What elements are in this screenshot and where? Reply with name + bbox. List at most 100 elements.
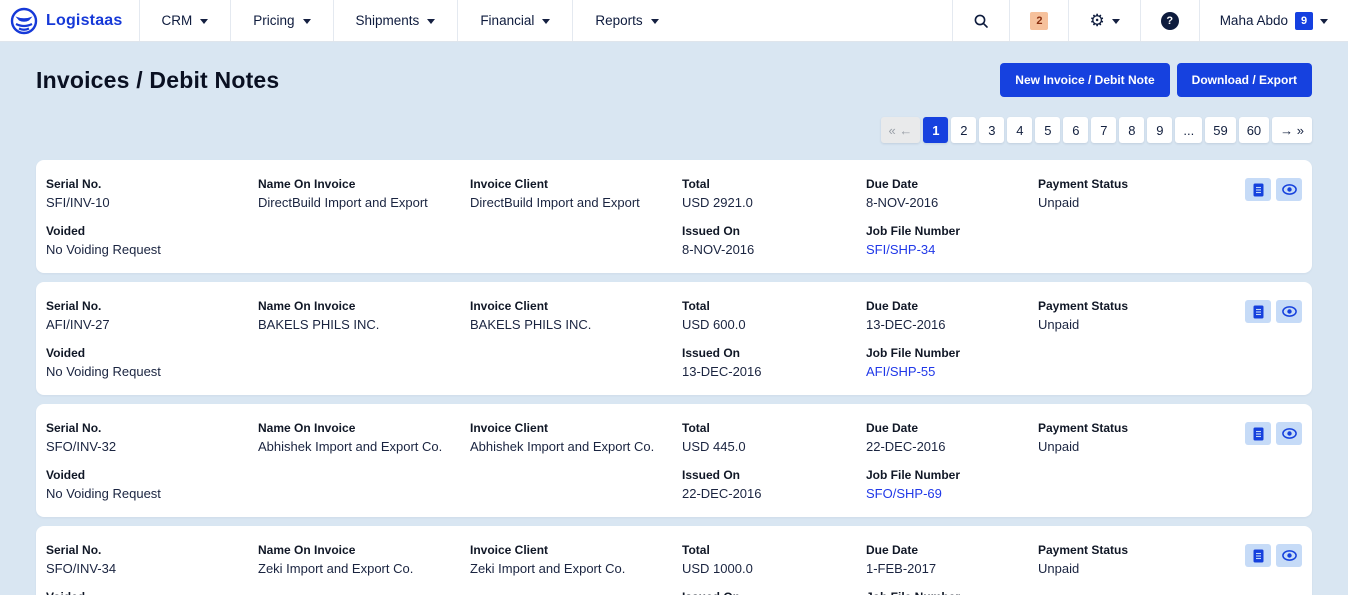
payment-status-field: Payment Status Unpaid (1038, 177, 1245, 210)
name-on-invoice-value: Zeki Import and Export Co. (258, 561, 470, 576)
due-date-value: 1-FEB-2017 (866, 561, 1038, 576)
nav-item-crm[interactable]: CRM (139, 0, 231, 41)
card-col-serial: Serial No. SFO/INV-32 Voided No Voiding … (46, 421, 258, 501)
pagination-page-8[interactable]: 8 (1119, 117, 1144, 143)
notifications-button[interactable]: 2 (1009, 0, 1068, 41)
invoice-client-field: Invoice Client DirectBuild Import and Ex… (470, 177, 682, 210)
nav-item-label: Pricing (253, 13, 294, 28)
job-file-number-field: Job File Number SFO/SHP-69 (866, 468, 1038, 501)
payment-status-value: Unpaid (1038, 195, 1245, 210)
pagination-page-1[interactable]: 1 (923, 117, 948, 143)
serial-label: Serial No. (46, 543, 258, 557)
name-on-invoice-field: Name On Invoice Abhishek Import and Expo… (258, 421, 470, 454)
job-file-number-link[interactable]: AFI/SHP-55 (866, 364, 1038, 379)
document-icon (1253, 427, 1264, 441)
issued-on-value: 13-DEC-2016 (682, 364, 866, 379)
download-export-button[interactable]: Download / Export (1177, 63, 1312, 97)
invoice-card: Serial No. AFI/INV-27 Voided No Voiding … (36, 282, 1312, 395)
card-col-serial: Serial No. SFI/INV-10 Voided No Voiding … (46, 177, 258, 257)
issued-on-field: Issued On 22-DEC-2016 (682, 468, 866, 501)
notification-badge: 2 (1030, 12, 1048, 30)
nav-item-shipments[interactable]: Shipments (333, 0, 458, 41)
pagination-page-2[interactable]: 2 (951, 117, 976, 143)
name-on-invoice-field: Name On Invoice BAKELS PHILS INC. (258, 299, 470, 332)
voided-value: No Voiding Request (46, 486, 258, 501)
name-on-invoice-field: Name On Invoice Zeki Import and Export C… (258, 543, 470, 576)
search-button[interactable] (952, 0, 1009, 41)
card-col-total: Total USD 1000.0 Issued On 2-JAN-2017 (682, 543, 866, 595)
pagination-prev[interactable]: « ← (881, 117, 921, 143)
user-menu[interactable]: Maha Abdo 9 (1199, 0, 1348, 41)
chevron-down-icon (303, 19, 311, 24)
pagination-page-6[interactable]: 6 (1063, 117, 1088, 143)
page-actions: New Invoice / Debit Note Download / Expo… (1000, 63, 1312, 97)
nav-item-reports[interactable]: Reports (572, 0, 680, 41)
chevron-down-icon (651, 19, 659, 24)
pagination-page-9[interactable]: 9 (1147, 117, 1172, 143)
invoice-card: Serial No. SFO/INV-34 Voided No Voiding … (36, 526, 1312, 595)
due-date-value: 22-DEC-2016 (866, 439, 1038, 454)
pagination: « ←123456789...5960→ » (36, 117, 1312, 143)
total-label: Total (682, 421, 866, 435)
job-file-number-link[interactable]: SFI/SHP-34 (866, 242, 1038, 257)
brand-logo[interactable]: Logistaas (0, 0, 139, 41)
payment-status-field: Payment Status Unpaid (1038, 543, 1245, 576)
pagination-page-60[interactable]: 60 (1239, 117, 1269, 143)
invoice-client-value: Zeki Import and Export Co. (470, 561, 682, 576)
total-label: Total (682, 543, 866, 557)
job-file-number-label: Job File Number (866, 468, 1038, 482)
total-value: USD 1000.0 (682, 561, 866, 576)
view-invoice-button[interactable] (1276, 544, 1302, 567)
due-date-field: Due Date 13-DEC-2016 (866, 299, 1038, 332)
view-invoice-button[interactable] (1276, 422, 1302, 445)
invoice-card: Serial No. SFI/INV-10 Voided No Voiding … (36, 160, 1312, 273)
invoice-client-field: Invoice Client BAKELS PHILS INC. (470, 299, 682, 332)
nav-item-financial[interactable]: Financial (457, 0, 572, 41)
view-invoice-button[interactable] (1276, 300, 1302, 323)
settings-menu-button[interactable]: ⚙ (1068, 0, 1139, 41)
pagination-ellipsis[interactable]: ... (1175, 117, 1202, 143)
gear-icon: ⚙ (1089, 12, 1104, 29)
card-col-total: Total USD 2921.0 Issued On 8-NOV-2016 (682, 177, 866, 257)
help-button[interactable]: ? (1140, 0, 1199, 41)
page-header: Invoices / Debit Notes New Invoice / Deb… (36, 63, 1312, 97)
serial-field: Serial No. SFI/INV-10 (46, 177, 258, 210)
due-date-label: Due Date (866, 177, 1038, 191)
search-icon (973, 13, 989, 29)
pagination-page-7[interactable]: 7 (1091, 117, 1116, 143)
payment-status-value: Unpaid (1038, 561, 1245, 576)
invoice-client-label: Invoice Client (470, 177, 682, 191)
invoice-details-button[interactable] (1245, 300, 1271, 323)
total-label: Total (682, 177, 866, 191)
job-file-number-field: Job File Number SFO/SHP-73 (866, 590, 1038, 595)
new-invoice-button[interactable]: New Invoice / Debit Note (1000, 63, 1169, 97)
invoice-details-button[interactable] (1245, 544, 1271, 567)
invoice-details-button[interactable] (1245, 178, 1271, 201)
card-col-name: Name On Invoice DirectBuild Import and E… (258, 177, 470, 257)
name-on-invoice-value: BAKELS PHILS INC. (258, 317, 470, 332)
view-invoice-button[interactable] (1276, 178, 1302, 201)
invoice-client-value: Abhishek Import and Export Co. (470, 439, 682, 454)
pagination-next[interactable]: → » (1272, 117, 1312, 143)
card-col-client: Invoice Client BAKELS PHILS INC. (470, 299, 682, 379)
payment-status-label: Payment Status (1038, 421, 1245, 435)
card-col-total: Total USD 600.0 Issued On 13-DEC-2016 (682, 299, 866, 379)
payment-status-label: Payment Status (1038, 177, 1245, 191)
pagination-page-59[interactable]: 59 (1205, 117, 1235, 143)
pagination-page-3[interactable]: 3 (979, 117, 1004, 143)
invoice-client-value: DirectBuild Import and Export (470, 195, 682, 210)
chevron-down-icon (1112, 19, 1120, 24)
card-col-client: Invoice Client Abhishek Import and Expor… (470, 421, 682, 501)
voided-label: Voided (46, 590, 258, 595)
pagination-page-4[interactable]: 4 (1007, 117, 1032, 143)
nav-item-pricing[interactable]: Pricing (230, 0, 332, 41)
job-file-number-link[interactable]: SFO/SHP-69 (866, 486, 1038, 501)
page-title: Invoices / Debit Notes (36, 67, 279, 94)
serial-value: AFI/INV-27 (46, 317, 258, 332)
card-col-status: Payment Status Unpaid (1038, 299, 1245, 379)
payment-status-label: Payment Status (1038, 543, 1245, 557)
name-on-invoice-value: Abhishek Import and Export Co. (258, 439, 470, 454)
invoice-details-button[interactable] (1245, 422, 1271, 445)
pagination-page-5[interactable]: 5 (1035, 117, 1060, 143)
chevron-down-icon (542, 19, 550, 24)
